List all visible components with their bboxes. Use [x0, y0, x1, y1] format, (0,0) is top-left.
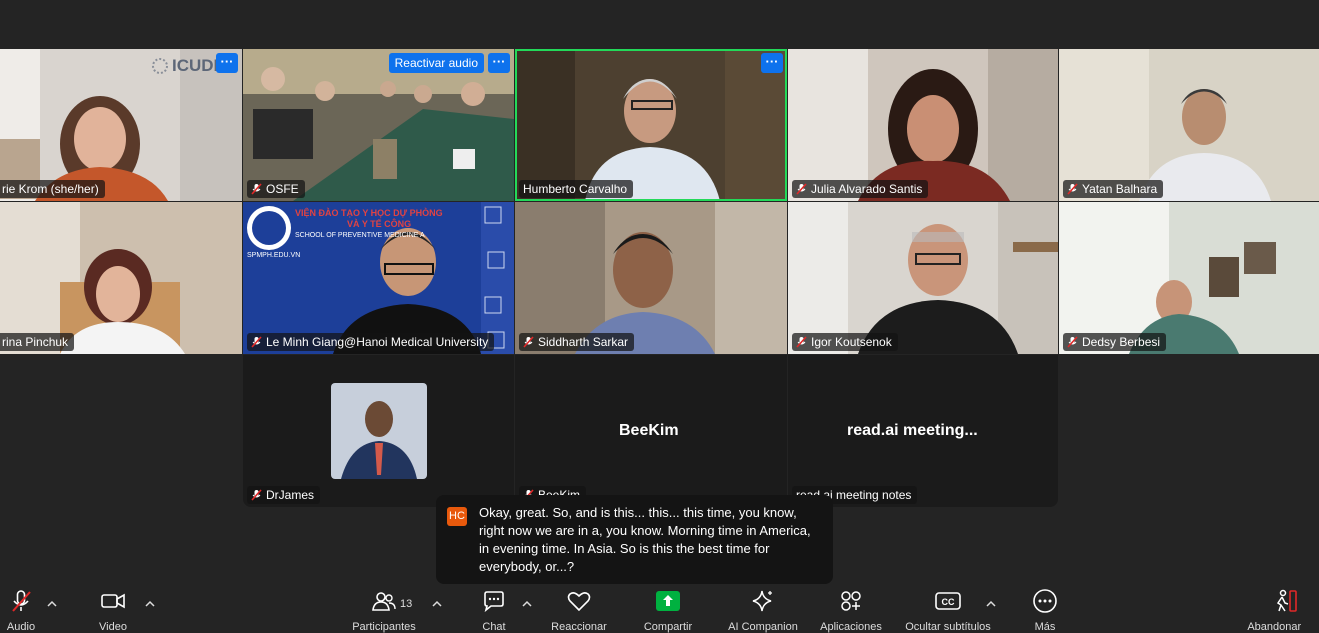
leave-label: Abandonar	[1247, 621, 1302, 633]
participant-video	[515, 49, 787, 201]
closed-captions-icon: CC	[935, 592, 961, 610]
video-tile[interactable]: DrJames	[243, 355, 514, 507]
chevron-up-icon[interactable]	[986, 600, 996, 608]
react-button[interactable]: Reaccionar	[551, 588, 607, 633]
participants-button[interactable]: Participantes	[352, 588, 416, 633]
logo-icon	[152, 58, 168, 74]
participants-icon	[372, 592, 396, 611]
participants-label: Participantes	[352, 621, 416, 633]
video-tile[interactable]: Yatan Balhara	[1059, 49, 1319, 201]
audio-button[interactable]: Audio	[4, 588, 38, 633]
react-label: Reaccionar	[551, 621, 607, 633]
chevron-up-icon[interactable]	[145, 600, 155, 608]
live-caption: HC Okay, great. So, and is this... this.…	[436, 495, 833, 584]
share-screen-icon	[656, 591, 680, 611]
more-options-button[interactable]: ···	[488, 53, 510, 73]
participant-name: rie Krom (she/her)	[0, 180, 105, 198]
video-tile[interactable]: Julia Alvarado Santis	[788, 49, 1058, 201]
ai-companion-button[interactable]: AI Companion	[728, 588, 798, 633]
icudd-logo: ICUDD	[152, 56, 226, 75]
video-tile[interactable]: BeeKim BeeKim	[515, 355, 787, 507]
participant-name: Yatan Balhara	[1063, 180, 1164, 198]
video-camera-icon	[101, 593, 125, 609]
speaker-initials: HC	[447, 507, 467, 526]
participant-name: Humberto Carvalho	[519, 180, 634, 198]
mic-muted-icon	[523, 336, 534, 348]
participant-name: Julia Alvarado Santis	[792, 180, 929, 198]
sparkle-icon	[752, 590, 772, 612]
mic-muted-icon	[1067, 183, 1078, 195]
video-tile-active-speaker[interactable]: ··· Humberto Carvalho	[515, 49, 787, 201]
meeting-toolbar: Audio Video Participantes 13 Chat Reacci…	[0, 588, 1319, 633]
video-button[interactable]: Video	[97, 588, 129, 633]
chevron-up-icon[interactable]	[432, 600, 442, 608]
chat-icon	[484, 591, 504, 612]
participant-video	[515, 202, 787, 354]
institution-url: SPMPH.EDU.VN	[247, 252, 301, 259]
video-tile[interactable]: VIỆN ĐÀO TẠO Y HỌC DỰ PHÒNG VÀ Y TẾ CÔNG…	[243, 202, 514, 354]
reactivate-audio-button[interactable]: Reactivar audio	[388, 53, 484, 73]
mic-muted-icon	[12, 590, 31, 612]
more-button[interactable]: Más	[1031, 588, 1059, 633]
participant-video	[1059, 202, 1319, 354]
video-tile[interactable]: Igor Koutsenok	[788, 202, 1058, 354]
video-tile[interactable]: Reactivar audio ··· OSFE	[243, 49, 514, 201]
participant-name: rina Pinchuk	[0, 333, 75, 351]
video-tile[interactable]: Siddharth Sarkar	[515, 202, 787, 354]
participants-count: 13	[400, 598, 413, 610]
participant-video	[788, 202, 1058, 354]
apps-label: Aplicaciones	[820, 621, 882, 633]
chevron-up-icon[interactable]	[522, 600, 532, 608]
apps-icon	[841, 591, 861, 611]
heart-icon	[567, 592, 591, 612]
apps-button[interactable]: Aplicaciones	[820, 588, 882, 633]
mic-muted-icon	[251, 183, 262, 195]
mic-muted-icon	[251, 489, 262, 501]
more-label: Más	[1034, 621, 1056, 633]
ai-companion-label: AI Companion	[728, 621, 798, 633]
audio-label: Audio	[6, 621, 36, 633]
participant-name: Siddharth Sarkar	[519, 333, 635, 351]
participant-avatar	[331, 383, 427, 479]
chat-button[interactable]: Chat	[480, 588, 508, 633]
chevron-up-icon[interactable]	[47, 600, 57, 608]
participant-name: Dedsy Berbesi	[1063, 333, 1167, 351]
share-button[interactable]: Compartir	[644, 588, 692, 633]
hide-captions-label: Ocultar subtítulos	[905, 621, 991, 633]
more-options-button[interactable]: ···	[761, 53, 783, 73]
video-tile[interactable]: rina Pinchuk	[0, 202, 242, 354]
mic-muted-icon	[796, 183, 807, 195]
mic-muted-icon	[1067, 336, 1078, 348]
more-options-button[interactable]: ···	[216, 53, 238, 73]
participant-video	[1059, 49, 1319, 201]
participant-name: OSFE	[247, 180, 305, 198]
video-tile[interactable]: read.ai meeting... read.ai meeting notes	[788, 355, 1058, 507]
participant-video	[0, 202, 242, 354]
participant-video	[788, 49, 1058, 201]
svg-text:CC: CC	[942, 597, 955, 607]
leave-button[interactable]: Abandonar	[1247, 588, 1301, 633]
participant-name: Igor Koutsenok	[792, 333, 898, 351]
hide-captions-button[interactable]: CC Ocultar subtítulos	[905, 588, 991, 633]
video-label: Video	[99, 621, 127, 633]
mic-muted-icon	[251, 336, 262, 348]
participant-display-name: BeeKim	[619, 422, 679, 439]
caption-text: Okay, great. So, and is this... this... …	[479, 505, 811, 574]
mic-muted-icon	[796, 336, 807, 348]
share-label: Compartir	[643, 621, 693, 633]
participant-name: Le Minh Giang@Hanoi Medical University	[247, 333, 495, 351]
participant-display-name: read.ai meeting...	[847, 422, 978, 439]
leave-icon	[1276, 589, 1297, 612]
participant-name: DrJames	[247, 486, 321, 504]
more-icon	[1033, 589, 1057, 613]
video-tile[interactable]: Dedsy Berbesi	[1059, 202, 1319, 354]
chat-label: Chat	[482, 621, 506, 633]
video-tile[interactable]: ICUDD ··· rie Krom (she/her)	[0, 49, 242, 201]
institution-logo: VIỆN ĐÀO TẠO Y HỌC DỰ PHÒNG VÀ Y TẾ CÔNG…	[295, 208, 443, 239]
